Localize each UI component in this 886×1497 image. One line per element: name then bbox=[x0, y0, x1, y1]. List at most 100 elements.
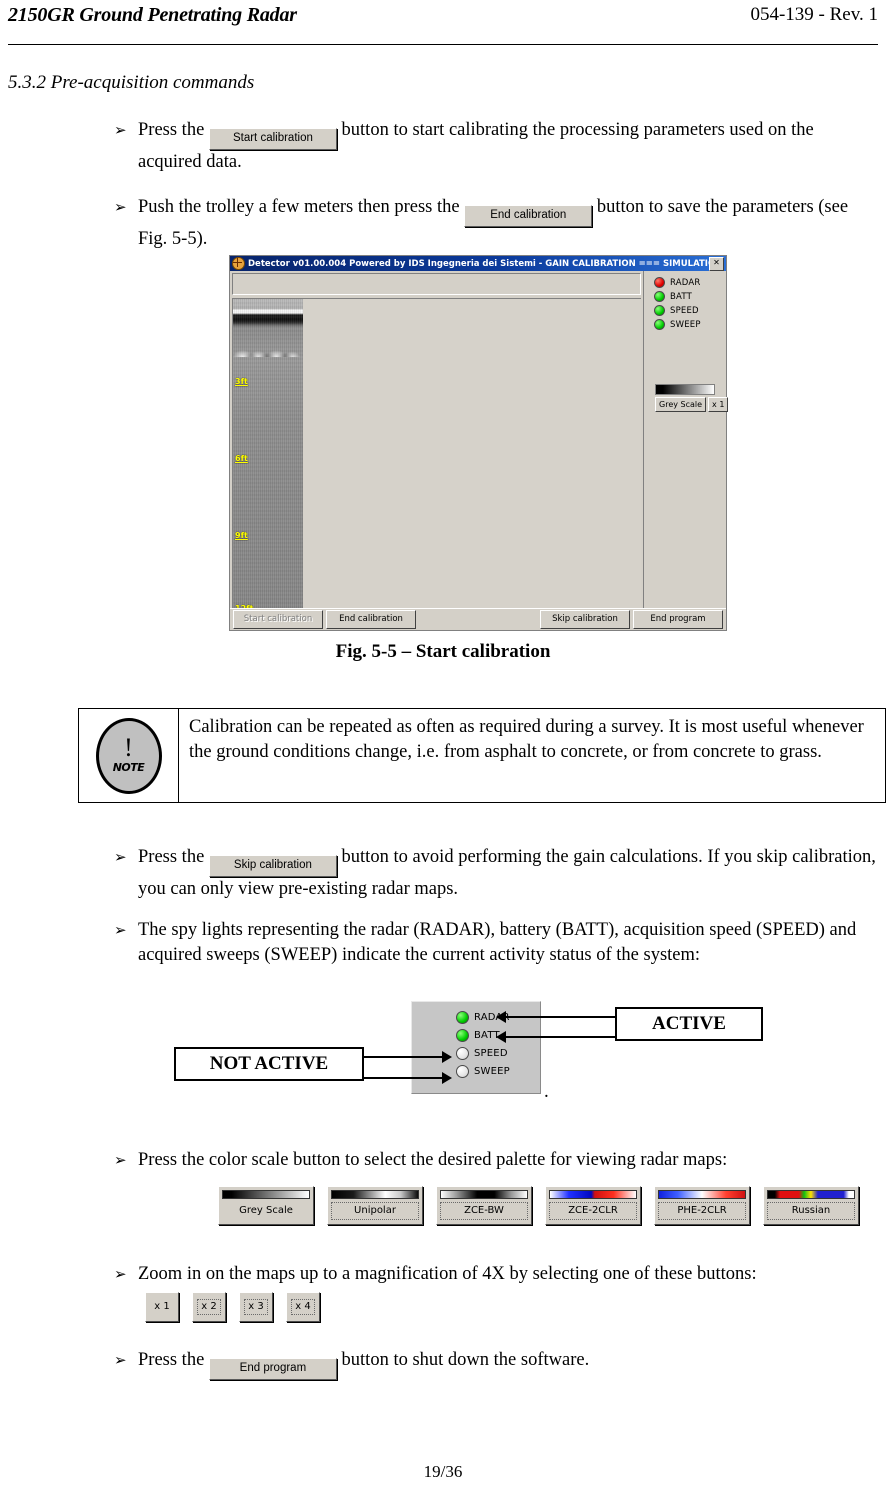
zoom-label-x1: x 1 bbox=[154, 1301, 170, 1312]
window-end-calibration-button[interactable]: End calibration bbox=[326, 610, 416, 629]
palette-button-zce-bw[interactable]: ZCE-BW bbox=[436, 1186, 532, 1225]
led-row-sweep: SWEEP bbox=[654, 319, 726, 330]
batt-led-icon bbox=[654, 291, 665, 302]
arrow-head-radar-icon bbox=[496, 1011, 506, 1023]
palette-label-russian: Russian bbox=[767, 1202, 855, 1220]
diagram-sweep-led-icon bbox=[456, 1065, 469, 1078]
status-panel: RADAR BATT SPEED SWEEP Grey Scale x 1 bbox=[643, 271, 729, 630]
header-document-code: 054-139 - Rev. 1 bbox=[750, 4, 878, 25]
palette-label-grey-scale: Grey Scale bbox=[239, 1205, 293, 1216]
bullet-text-pre: Push the trolley a few meters then press… bbox=[138, 197, 465, 217]
bullet-zoom: ➢ Zoom in on the maps up to a magnificat… bbox=[108, 1262, 878, 1287]
palette-button-phe-2clr[interactable]: PHE-2CLR bbox=[654, 1186, 750, 1225]
note-box: ! NOTE Calibration can be repeated as of… bbox=[78, 708, 886, 803]
window-body: 3ft 6ft 9ft 12ft RADAR BATT SPEED bbox=[230, 271, 729, 630]
palette-gradient-russian-icon bbox=[767, 1190, 855, 1199]
led-label-sweep: SWEEP bbox=[670, 319, 701, 330]
callout-not-active: NOT ACTIVE bbox=[174, 1047, 364, 1081]
color-scale-control: Grey Scale x 1 bbox=[655, 384, 729, 412]
arrow-line-sweep bbox=[362, 1077, 444, 1079]
palette-label-zce-bw: ZCE-BW bbox=[440, 1202, 528, 1220]
bullet-text: Press the Start calibration button to st… bbox=[138, 118, 878, 175]
bullet-text-pre: Press the bbox=[138, 1350, 209, 1370]
window-start-calibration-button[interactable]: Start calibration bbox=[233, 610, 323, 629]
palette-button-row: Grey Scale Unipolar ZCE-BW ZCE-2CLR PHE-… bbox=[218, 1186, 859, 1225]
header-divider bbox=[8, 44, 878, 45]
bullet-start-calibration: ➢ Press the Start calibration button to … bbox=[108, 118, 878, 175]
bullet-text: Push the trolley a few meters then press… bbox=[138, 195, 878, 252]
depth-label-6ft: 6ft bbox=[235, 454, 248, 463]
bullet-text: Zoom in on the maps up to a magnificatio… bbox=[138, 1264, 757, 1284]
radar-map-image: 3ft 6ft 9ft 12ft bbox=[233, 299, 303, 630]
palette-label-unipolar: Unipolar bbox=[331, 1202, 419, 1220]
spy-lights-panel: RADAR BATT SPEED SWEEP bbox=[411, 1001, 541, 1094]
arrow-head-batt-icon bbox=[496, 1031, 506, 1043]
led-label-batt: BATT bbox=[670, 291, 693, 302]
bullet-marker-icon: ➢ bbox=[114, 1265, 127, 1283]
arrow-line-speed bbox=[362, 1056, 444, 1058]
end-program-button[interactable]: End program bbox=[208, 1358, 337, 1380]
bullet-text: Press the Skip calibration button to avo… bbox=[138, 845, 878, 902]
zoom-label-x2: x 2 bbox=[197, 1299, 221, 1315]
bullet-text: Press the End program button to shut dow… bbox=[138, 1348, 878, 1380]
palette-button-unipolar[interactable]: Unipolar bbox=[327, 1186, 423, 1225]
led-row-batt: BATT bbox=[654, 291, 726, 302]
bullet-marker-icon: ➢ bbox=[114, 921, 127, 939]
radar-map-empty-region bbox=[303, 299, 641, 630]
end-calibration-button[interactable]: End calibration bbox=[464, 205, 593, 227]
window-skip-calibration-button[interactable]: Skip calibration bbox=[540, 610, 630, 629]
window-title: Detector v01.00.004 Powered by IDS Ingeg… bbox=[248, 258, 709, 269]
bullet-marker-icon: ➢ bbox=[114, 1151, 127, 1169]
radar-map-area[interactable]: 3ft 6ft 9ft 12ft bbox=[232, 298, 641, 630]
note-icon: ! NOTE bbox=[95, 717, 162, 794]
led-row-speed: SPEED bbox=[654, 305, 726, 316]
arrow-head-speed-icon bbox=[442, 1051, 452, 1063]
note-text: Calibration can be repeated as often as … bbox=[189, 717, 864, 762]
zoom-button-x4[interactable]: x 4 bbox=[286, 1292, 320, 1322]
zoom-button-x3[interactable]: x 3 bbox=[239, 1292, 273, 1322]
map-top-strip bbox=[232, 273, 641, 295]
bullet-end-calibration: ➢ Push the trolley a few meters then pre… bbox=[108, 195, 878, 252]
bullet-text: Press the color scale button to select t… bbox=[138, 1150, 728, 1170]
zoom-level-button[interactable]: x 1 bbox=[708, 397, 729, 412]
led-label-speed: SPEED bbox=[670, 305, 699, 316]
scale-button-row: Grey Scale x 1 bbox=[655, 397, 729, 412]
grey-scale-gradient-icon bbox=[655, 384, 715, 395]
arrow-head-sweep-icon bbox=[442, 1072, 452, 1084]
application-icon bbox=[232, 257, 245, 270]
palette-gradient-grey-scale-icon bbox=[222, 1190, 310, 1199]
palette-label-zce-2clr: ZCE-2CLR bbox=[549, 1202, 637, 1220]
bullet-skip-calibration: ➢ Press the Skip calibration button to a… bbox=[108, 845, 878, 902]
palette-button-russian[interactable]: Russian bbox=[763, 1186, 859, 1225]
radar-hyperbolas bbox=[233, 317, 303, 357]
page-footer: 19/36 bbox=[423, 1462, 463, 1481]
led-row-radar: RADAR bbox=[654, 277, 726, 288]
diagram-radar-led-icon bbox=[456, 1011, 469, 1024]
palette-gradient-zce-2clr-icon bbox=[549, 1190, 637, 1199]
zoom-button-x2[interactable]: x 2 bbox=[192, 1292, 226, 1322]
bullet-marker-icon: ➢ bbox=[114, 1351, 127, 1369]
diagram-speed-led-icon bbox=[456, 1047, 469, 1060]
palette-button-zce-2clr[interactable]: ZCE-2CLR bbox=[545, 1186, 641, 1225]
palette-button-grey-scale[interactable]: Grey Scale bbox=[218, 1186, 314, 1225]
color-scale-button[interactable]: Grey Scale bbox=[655, 397, 707, 412]
bullet-text: The spy lights representing the radar (R… bbox=[138, 920, 857, 965]
speed-led-icon bbox=[654, 305, 665, 316]
callout-active: ACTIVE bbox=[615, 1007, 763, 1041]
window-end-program-button[interactable]: End program bbox=[633, 610, 723, 629]
page-header: 2150GR Ground Penetrating Radar 054-139 … bbox=[8, 4, 878, 38]
skip-calibration-button[interactable]: Skip calibration bbox=[208, 855, 337, 877]
diagram-led-label-speed: SPEED bbox=[474, 1048, 508, 1059]
window-command-bar: Start calibration End calibration Skip c… bbox=[230, 608, 726, 630]
palette-gradient-zce-bw-icon bbox=[440, 1190, 528, 1199]
palette-label-phe-2clr: PHE-2CLR bbox=[658, 1202, 746, 1220]
close-icon[interactable]: ✕ bbox=[709, 256, 724, 271]
zoom-button-row: x 1 x 2 x 3 x 4 bbox=[145, 1292, 320, 1322]
bullet-marker-icon: ➢ bbox=[114, 121, 127, 139]
depth-label-3ft: 3ft bbox=[235, 377, 248, 386]
led-label-radar: RADAR bbox=[670, 277, 701, 288]
start-calibration-button[interactable]: Start calibration bbox=[208, 128, 337, 150]
bullet-marker-icon: ➢ bbox=[114, 198, 127, 216]
zoom-button-x1[interactable]: x 1 bbox=[145, 1292, 179, 1322]
exclamation-icon: ! bbox=[124, 733, 133, 762]
